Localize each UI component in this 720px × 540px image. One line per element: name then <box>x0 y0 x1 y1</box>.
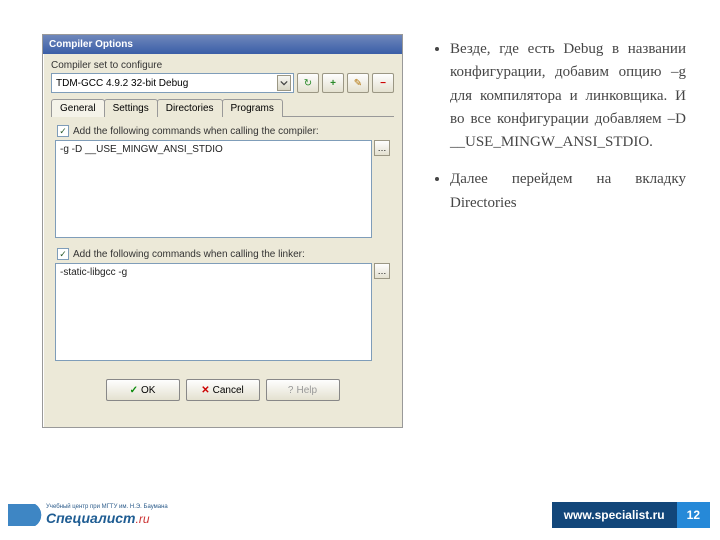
page-number: 12 <box>677 502 710 528</box>
help-button[interactable]: ? Help <box>266 379 340 401</box>
compiler-commands-label: Add the following commands when calling … <box>73 126 319 137</box>
tab-programs[interactable]: Programs <box>222 99 283 117</box>
refresh-icon: ↻ <box>304 78 312 89</box>
footer-logo: Учебный центр при МГТУ им. Н.Э. Баумана … <box>8 504 168 527</box>
compiler-commands-more-button[interactable]: … <box>374 140 390 156</box>
linker-commands-label: Add the following commands when calling … <box>73 249 305 260</box>
dialog-button-bar: ✓ OK ✕ Cancel ? Help <box>51 371 394 407</box>
tab-general[interactable]: General <box>51 99 105 117</box>
tab-settings[interactable]: Settings <box>104 99 158 117</box>
footer-site: www.specialist.ru <box>552 502 677 528</box>
rename-config-button[interactable]: ✎ <box>347 73 369 93</box>
close-icon: ✕ <box>201 385 209 396</box>
cloud-icon <box>8 504 42 526</box>
pencil-icon: ✎ <box>354 78 362 89</box>
linker-commands-checkbox[interactable]: ✓ <box>57 248 69 260</box>
tab-panel-general: ✓ Add the following commands when callin… <box>51 116 394 361</box>
plus-icon: + <box>330 78 336 89</box>
tab-directories[interactable]: Directories <box>157 99 223 117</box>
dialog-title: Compiler Options <box>43 35 402 54</box>
check-icon: ✓ <box>130 385 138 396</box>
compiler-set-dropdown[interactable]: TDM-GCC 4.9.2 32-bit Debug <box>51 73 294 93</box>
compiler-options-dialog: Compiler Options Compiler set to configu… <box>42 34 403 428</box>
logo-suffix: .ru <box>136 512 150 526</box>
compiler-set-label: Compiler set to configure <box>51 60 394 71</box>
add-config-button[interactable]: + <box>322 73 344 93</box>
linker-commands-textarea[interactable]: -static-libgcc -g <box>55 263 372 361</box>
side-notes: Везде, где есть Debug в названии конфигу… <box>436 38 686 229</box>
logo-main: Специалист <box>46 510 136 526</box>
cancel-button[interactable]: ✕ Cancel <box>186 379 260 401</box>
compiler-set-value: TDM-GCC 4.9.2 32-bit Debug <box>56 78 188 89</box>
slide-footer: Учебный центр при МГТУ им. Н.Э. Баумана … <box>0 494 720 540</box>
refresh-button[interactable]: ↻ <box>297 73 319 93</box>
ok-button[interactable]: ✓ OK <box>106 379 180 401</box>
compiler-commands-checkbox[interactable]: ✓ <box>57 125 69 137</box>
linker-commands-more-button[interactable]: … <box>374 263 390 279</box>
compiler-commands-textarea[interactable]: -g -D __USE_MINGW_ANSI_STDIO <box>55 140 372 238</box>
remove-config-button[interactable]: − <box>372 73 394 93</box>
note-item-1: Везде, где есть Debug в названии конфигу… <box>450 38 686 154</box>
tab-bar: General Settings Directories Programs <box>51 99 394 117</box>
note-item-2: Далее перейдем на вкладку Directories <box>450 168 686 215</box>
minus-icon: − <box>380 78 386 89</box>
help-icon: ? <box>288 385 294 396</box>
chevron-down-icon[interactable] <box>277 75 291 91</box>
